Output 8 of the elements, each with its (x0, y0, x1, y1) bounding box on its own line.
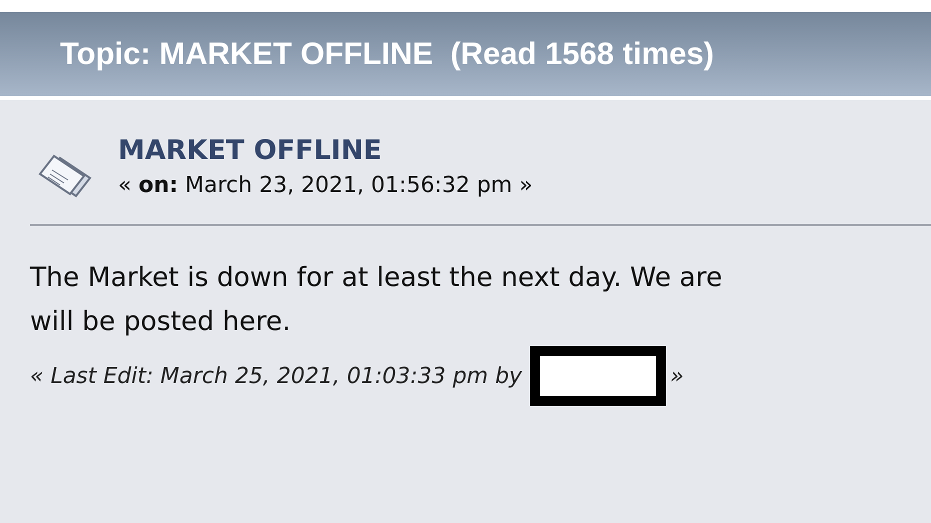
topic-header: Topic: MARKET OFFLINE (Read 1568 times) (0, 12, 931, 96)
post-date: « on: March 23, 2021, 01:56:32 pm » (118, 172, 533, 200)
last-edit-text: « Last Edit: March 25, 2021, 01:03:33 pm by (30, 362, 522, 390)
post-text: The Market is down for at least the next day. We are (30, 261, 724, 295)
post-title[interactable]: MARKET OFFLINE (118, 134, 533, 168)
post-text: will be posted here. (30, 305, 292, 339)
document-icon (38, 152, 94, 200)
last-edit-end: » (670, 362, 684, 390)
